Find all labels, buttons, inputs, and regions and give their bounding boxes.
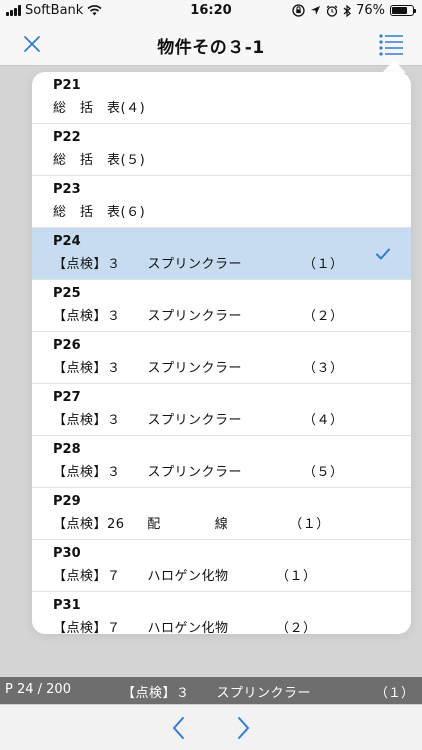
alarm-icon xyxy=(326,4,338,17)
list-item-page: P28 xyxy=(53,442,81,457)
list-item-description: 【点検】３ スプリンクラー （１） xyxy=(53,257,344,272)
list-item[interactable]: P23 総 括 表(６) xyxy=(32,176,411,228)
page-list-popover: P21 総 括 表(４) P22 総 括 表(５) P23 総 括 表(６) P24 【点検】… xyxy=(32,72,411,634)
list-item-page: P26 xyxy=(53,338,81,353)
list-item-page: P21 xyxy=(53,78,81,93)
list-item-description: 【点検】３ スプリンクラー （４） xyxy=(53,413,344,428)
list-item-description: 【点検】３ スプリンクラー （３） xyxy=(53,361,344,376)
page-title: 物件その３-1 xyxy=(157,38,265,58)
page-counter: P 24 / 200 xyxy=(5,682,71,697)
list-item-page: P31 xyxy=(53,598,81,613)
list-item-page: P23 xyxy=(53,182,81,197)
list-item[interactable]: P29 【点検】26 配 線 （１） xyxy=(32,488,411,540)
list-item[interactable]: P26 【点検】３ スプリンクラー （３） xyxy=(32,332,411,384)
list-item-description: 総 括 表(５) xyxy=(53,153,146,168)
current-page-title: 【点検】３ スプリンクラー xyxy=(122,686,312,701)
orientation-lock-icon xyxy=(292,4,305,17)
location-icon xyxy=(311,6,321,15)
list-item-page: P29 xyxy=(53,494,81,509)
list-item-page: P27 xyxy=(53,390,81,405)
list-item-page: P25 xyxy=(53,286,81,301)
page-list: P21 総 括 表(４) P22 総 括 表(５) P23 総 括 表(６) P24 【点検】… xyxy=(32,72,411,634)
list-item[interactable]: P21 総 括 表(４) xyxy=(32,72,411,124)
list-item-description: 【点検】３ スプリンクラー （５） xyxy=(53,465,344,480)
nav-bar: 物件その３-1 xyxy=(0,22,422,66)
checkmark-icon xyxy=(376,248,390,260)
list-item-description: 総 括 表(６) xyxy=(53,205,146,220)
list-item-page: P24 xyxy=(53,234,81,249)
list-item-page: P30 xyxy=(53,546,81,561)
list-item[interactable]: P30 【点検】７ ハロゲン化物 （１） xyxy=(32,540,411,592)
list-item[interactable]: P27 【点検】３ スプリンクラー （４） xyxy=(32,384,411,436)
chevron-left-icon[interactable] xyxy=(167,715,191,741)
list-item-description: 総 括 表(４) xyxy=(53,101,146,116)
bottom-toolbar xyxy=(0,704,422,750)
list-item[interactable]: P28 【点検】３ スプリンクラー （５） xyxy=(32,436,411,488)
chevron-right-icon[interactable] xyxy=(231,715,255,741)
list-item-description: 【点検】26 配 線 （１） xyxy=(53,517,330,532)
list-item-description: 【点検】３ スプリンクラー （２） xyxy=(53,309,344,324)
bluetooth-icon xyxy=(343,4,352,17)
current-page-strip: P 24 / 200 【点検】３ スプリンクラー （１） xyxy=(0,677,422,704)
list-item-description: 【点検】７ ハロゲン化物 （１） xyxy=(53,569,317,584)
list-item[interactable]: P25 【点検】３ スプリンクラー （２） xyxy=(32,280,411,332)
list-item[interactable]: P31 【点検】７ ハロゲン化物 （２） xyxy=(32,592,411,634)
list-item[interactable]: P24 【点検】３ スプリンクラー （１） xyxy=(32,228,411,280)
list-item-description: 【点検】７ ハロゲン化物 （２） xyxy=(53,621,317,634)
status-bar: SoftBank 16:20 76% xyxy=(0,0,422,22)
battery-fill xyxy=(392,7,408,14)
battery-percent: 76% xyxy=(356,3,385,18)
status-right: 76% xyxy=(292,3,416,18)
list-item[interactable]: P22 総 括 表(５) xyxy=(32,124,411,176)
list-item-page: P22 xyxy=(53,130,81,145)
list-icon[interactable] xyxy=(378,32,404,56)
battery-icon xyxy=(390,5,416,16)
current-page-number: （１） xyxy=(374,686,414,701)
